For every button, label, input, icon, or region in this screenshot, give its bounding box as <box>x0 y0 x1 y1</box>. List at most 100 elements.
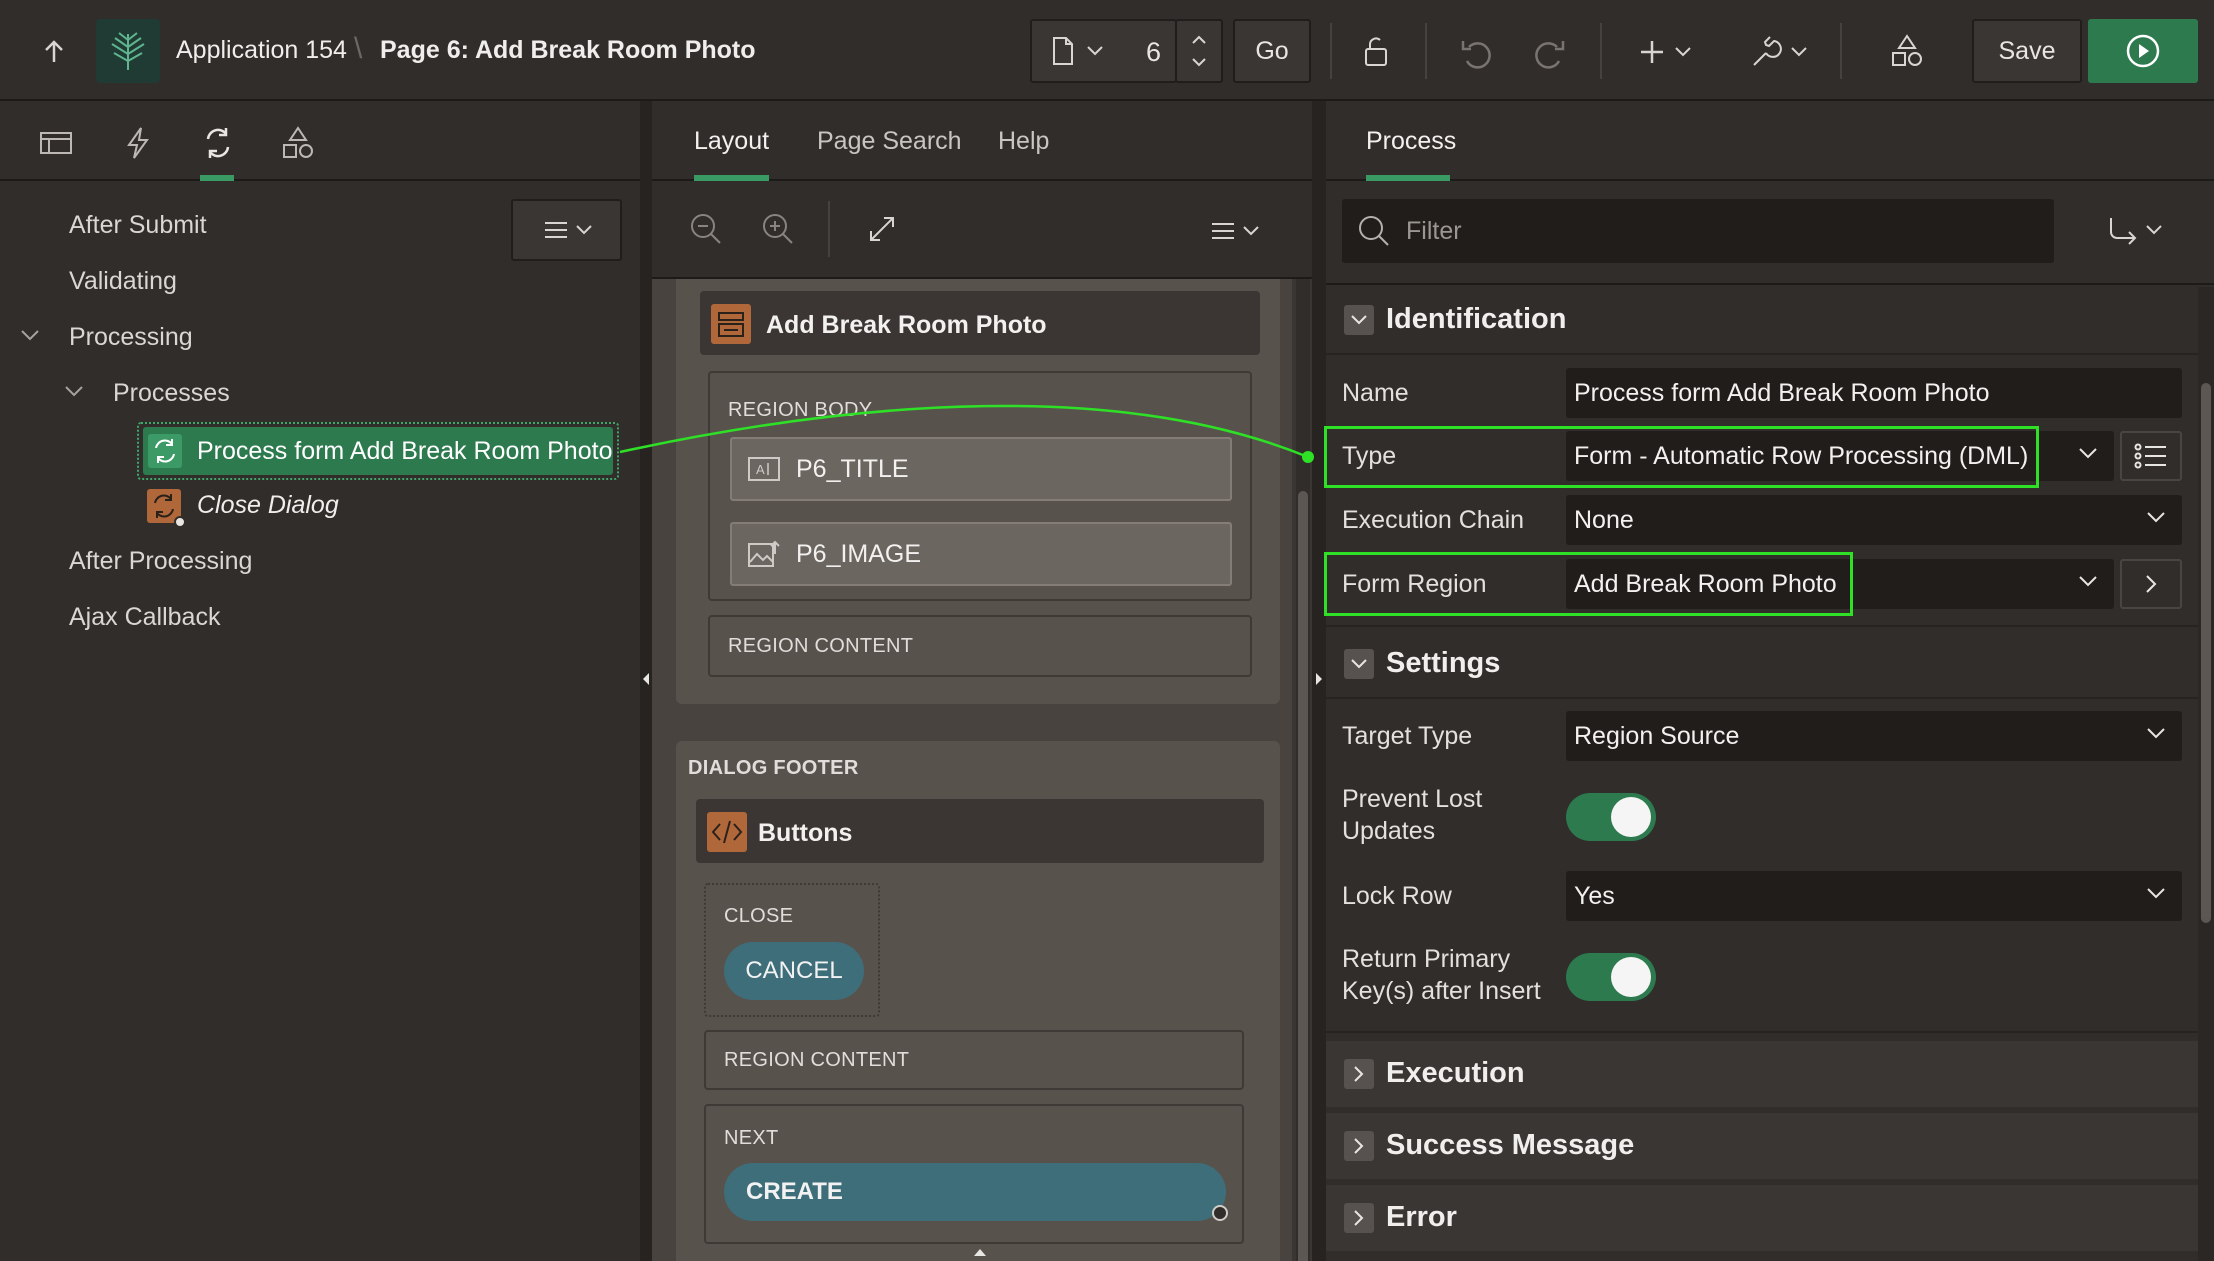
region-header[interactable]: Add Break Room Photo <box>700 291 1260 355</box>
row-divider <box>1326 353 2198 355</box>
tree-node-after-processing[interactable]: After Processing <box>69 547 252 576</box>
page-item-p6-image[interactable]: P6_IMAGE <box>730 522 1232 586</box>
page-title: Page 6: Add Break Room Photo <box>380 36 756 64</box>
cancel-button[interactable]: CANCEL <box>724 942 864 1000</box>
region-title: Add Break Room Photo <box>766 311 1047 339</box>
page-selector[interactable]: 6 <box>1030 19 1177 83</box>
app-logo-icon[interactable] <box>96 19 160 83</box>
filter-bar: Filter <box>1326 181 2214 285</box>
type-list-button[interactable] <box>2120 431 2182 481</box>
name-field[interactable]: Process form Add Break Room Photo <box>1566 368 2182 418</box>
type-highlight-box <box>1324 426 2039 488</box>
section-title: Success Message <box>1386 1129 1635 1161</box>
tree-node-processing[interactable]: Processing <box>69 323 193 352</box>
resize-handle[interactable] <box>1212 1205 1228 1221</box>
layout-canvas: Add Break Room Photo REGION BODY A P6_TI… <box>652 279 1292 1261</box>
filter-placeholder: Filter <box>1406 217 1462 245</box>
target-type-select[interactable]: Region Source <box>1566 711 2182 761</box>
section-title: Execution <box>1386 1057 1525 1089</box>
tree-menu-button[interactable] <box>511 199 622 261</box>
image-upload-icon <box>748 540 780 567</box>
error-section-header[interactable]: Error <box>1326 1185 2198 1251</box>
next-slot-label: NEXT <box>724 1127 779 1149</box>
go-to-group-icon[interactable] <box>2102 211 2172 251</box>
page-stepper[interactable] <box>1175 19 1223 83</box>
chevron-down-icon[interactable] <box>1191 57 1207 67</box>
return-pk-toggle[interactable] <box>1566 953 1656 1001</box>
expand-chevron-icon[interactable] <box>1344 1059 1374 1089</box>
execution-chain-select[interactable]: None <box>1566 495 2182 545</box>
tree-node-after-submit[interactable]: After Submit <box>69 211 207 240</box>
collapse-chevron-icon[interactable] <box>1344 649 1374 679</box>
collapse-right-icon[interactable] <box>1314 671 1324 687</box>
properties-scrollbar-thumb[interactable] <box>2201 383 2211 923</box>
zoom-out-icon[interactable] <box>686 209 726 249</box>
up-arrow-icon[interactable] <box>34 32 74 72</box>
rendering-tab-icon[interactable] <box>36 123 76 163</box>
chevron-down-icon <box>2147 728 2165 739</box>
create-menu-plus-icon[interactable] <box>1636 30 1700 74</box>
shared-components-tab-icon[interactable] <box>276 121 320 165</box>
property-editor-panel: Process Filter Identification Name Proce… <box>1324 101 2214 1261</box>
properties-scrollbar-track[interactable] <box>2198 287 2214 1261</box>
dialog-footer-label: DIALOG FOOTER <box>688 757 859 779</box>
left-splitter[interactable] <box>640 101 652 1261</box>
layout-panel: Layout Page Search Help Add Break Room P… <box>652 101 1312 1261</box>
redo-icon[interactable] <box>1524 30 1574 74</box>
toggle-knob <box>1611 797 1651 837</box>
tab-help[interactable]: Help <box>998 127 1049 156</box>
go-button[interactable]: Go <box>1233 19 1311 83</box>
page-number-value[interactable]: 6 <box>1146 37 1161 68</box>
tree-node-processes[interactable]: Processes <box>113 379 230 408</box>
utilities-wrench-icon[interactable] <box>1746 30 1816 74</box>
tree-node-validating[interactable]: Validating <box>69 267 177 296</box>
save-button[interactable]: Save <box>1972 19 2082 83</box>
success-message-section-header[interactable]: Success Message <box>1326 1113 2198 1179</box>
shared-components-icon[interactable] <box>1882 28 1932 74</box>
zoom-in-icon[interactable] <box>758 209 798 249</box>
name-label: Name <box>1342 379 1409 407</box>
collapse-chevron-icon[interactable] <box>1344 305 1374 335</box>
run-page-button[interactable] <box>2088 19 2198 83</box>
go-to-region-button[interactable] <box>2120 559 2182 609</box>
chevron-up-icon[interactable] <box>1191 35 1207 45</box>
lock-row-select[interactable]: Yes <box>1566 871 2182 921</box>
processing-tab-icon[interactable] <box>196 121 240 165</box>
app-name-link[interactable]: Application 154 <box>176 36 347 65</box>
tree-node-close-dialog[interactable]: Close Dialog <box>197 491 339 520</box>
execution-chain-value: None <box>1574 505 1634 534</box>
right-splitter[interactable] <box>1312 101 1326 1261</box>
prevent-lost-updates-label: Prevent Lost Updates <box>1342 785 1483 845</box>
prevent-lost-updates-toggle[interactable] <box>1566 793 1656 841</box>
item-label: P6_TITLE <box>796 454 909 483</box>
tab-process[interactable]: Process <box>1366 127 1456 156</box>
create-button[interactable]: CREATE <box>724 1163 1226 1221</box>
toolbar-divider <box>828 201 830 257</box>
scroll-up-indicator-icon[interactable] <box>972 1247 988 1257</box>
filter-input[interactable]: Filter <box>1342 199 2054 263</box>
tab-layout[interactable]: Layout <box>694 127 769 156</box>
toolbar-divider <box>1425 23 1427 79</box>
page-item-p6-title[interactable]: A P6_TITLE <box>730 437 1232 501</box>
expand-chevron-icon[interactable] <box>1344 1131 1374 1161</box>
collapse-chevron-icon[interactable] <box>20 329 40 343</box>
collapse-chevron-icon[interactable] <box>64 385 84 399</box>
settings-section-header[interactable]: Settings <box>1326 631 2198 697</box>
collapse-left-icon[interactable] <box>641 671 651 687</box>
play-icon <box>2126 34 2160 68</box>
expand-icon[interactable] <box>862 209 902 249</box>
row-divider <box>1326 697 2198 699</box>
lock-icon[interactable] <box>1352 30 1402 74</box>
layout-scrollbar-track[interactable] <box>1296 279 1310 1261</box>
tree-node-ajax-callback[interactable]: Ajax Callback <box>69 603 220 632</box>
undo-icon[interactable] <box>1452 30 1502 74</box>
buttons-region-header[interactable]: Buttons <box>696 799 1264 863</box>
layout-menu-icon[interactable] <box>1204 213 1268 249</box>
dynamic-actions-tab-icon[interactable] <box>118 121 158 165</box>
tab-page-search[interactable]: Page Search <box>817 127 962 156</box>
expand-chevron-icon[interactable] <box>1344 1203 1374 1233</box>
execution-section-header[interactable]: Execution <box>1326 1041 2198 1107</box>
layout-scrollbar-thumb[interactable] <box>1298 491 1308 1261</box>
tree-node-process-form[interactable]: Process form Add Break Room Photo <box>143 427 613 475</box>
identification-section-header[interactable]: Identification <box>1326 287 2198 353</box>
